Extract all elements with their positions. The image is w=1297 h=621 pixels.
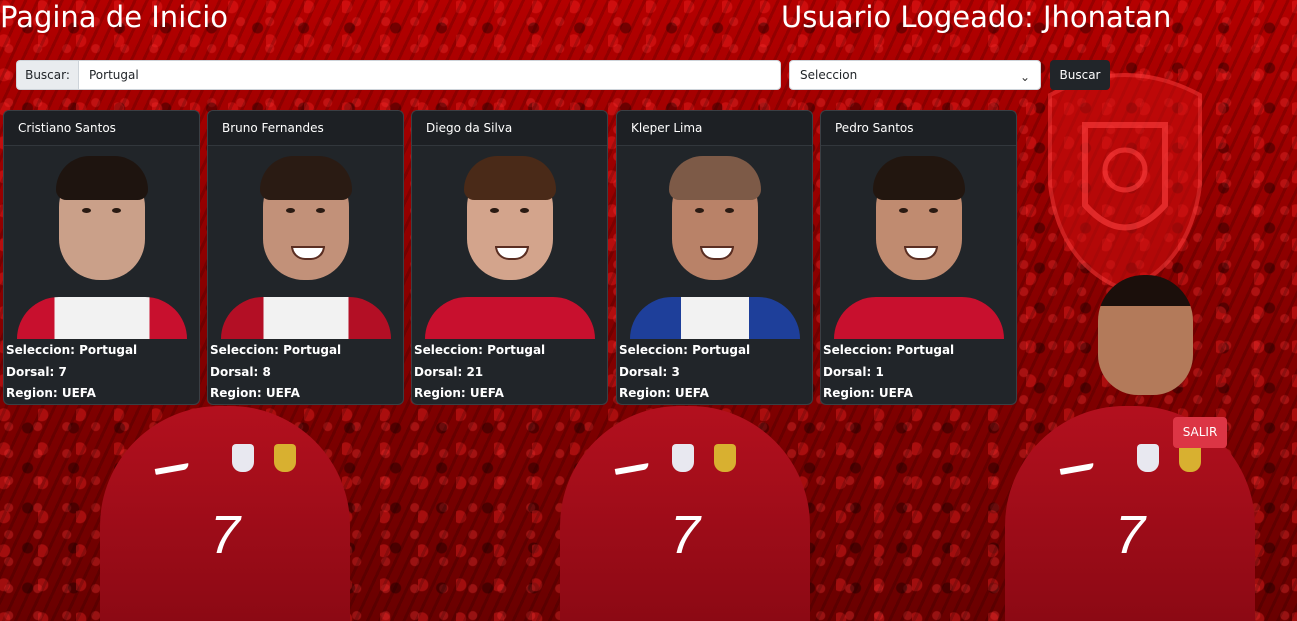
player-seleccion: Seleccion: Portugal [619, 343, 751, 357]
logged-user: Usuario Logeado: Jhonatan [781, 0, 1172, 34]
player-region: Region: UEFA [210, 386, 300, 400]
search-button[interactable]: Buscar [1050, 60, 1110, 90]
player-name: Bruno Fernandes [208, 111, 403, 146]
player-photo [208, 146, 403, 339]
logout-button[interactable]: SALIR [1173, 417, 1227, 448]
background-player-right: 7 [965, 396, 1295, 621]
background-player-center: 7 [520, 396, 850, 621]
player-card[interactable]: Cristiano Santos Seleccion: Portugal Dor… [3, 110, 200, 405]
select-value: Seleccion [800, 68, 858, 82]
search-label: Buscar: [16, 60, 78, 90]
player-region: Region: UEFA [414, 386, 504, 400]
player-card[interactable]: Kleper Lima Seleccion: Portugal Dorsal: … [616, 110, 813, 405]
player-card[interactable]: Pedro Santos Seleccion: Portugal Dorsal:… [820, 110, 1017, 405]
player-card[interactable]: Diego da Silva Seleccion: Portugal Dorsa… [411, 110, 608, 405]
player-name: Kleper Lima [617, 111, 812, 146]
seleccion-select[interactable]: Seleccion ⌄ [789, 60, 1041, 90]
player-card[interactable]: Bruno Fernandes Seleccion: Portugal Dors… [207, 110, 404, 405]
jersey-number: 7 [1114, 505, 1146, 565]
player-region: Region: UEFA [823, 386, 913, 400]
portugal-crest-icon [1048, 73, 1202, 293]
player-seleccion: Seleccion: Portugal [823, 343, 955, 357]
jersey-number: 7 [209, 505, 241, 565]
player-dorsal: Dorsal: 3 [619, 364, 680, 379]
player-seleccion: Seleccion: Portugal [210, 343, 342, 357]
player-region: Region: UEFA [619, 386, 709, 400]
player-seleccion: Seleccion: Portugal [6, 343, 138, 357]
player-name: Pedro Santos [821, 111, 1016, 146]
player-dorsal: Dorsal: 1 [823, 364, 884, 379]
search-input[interactable]: Portugal [78, 60, 781, 90]
player-seleccion: Seleccion: Portugal [414, 343, 546, 357]
player-photo [412, 146, 607, 339]
player-dorsal: Dorsal: 7 [6, 364, 67, 379]
player-region: Region: UEFA [6, 386, 96, 400]
page-title: Pagina de Inicio [0, 0, 228, 34]
player-name: Cristiano Santos [4, 111, 199, 146]
player-photo [4, 146, 199, 339]
background-player-left: 7 [60, 396, 390, 621]
search-group: Buscar: Portugal [16, 60, 781, 90]
player-photo [821, 146, 1016, 339]
background-player-face [1098, 275, 1193, 395]
player-photo [617, 146, 812, 339]
player-dorsal: Dorsal: 8 [210, 364, 271, 379]
player-dorsal: Dorsal: 21 [414, 364, 484, 379]
player-name: Diego da Silva [412, 111, 607, 146]
jersey-number: 7 [669, 505, 701, 565]
chevron-down-icon: ⌄ [1019, 70, 1030, 84]
